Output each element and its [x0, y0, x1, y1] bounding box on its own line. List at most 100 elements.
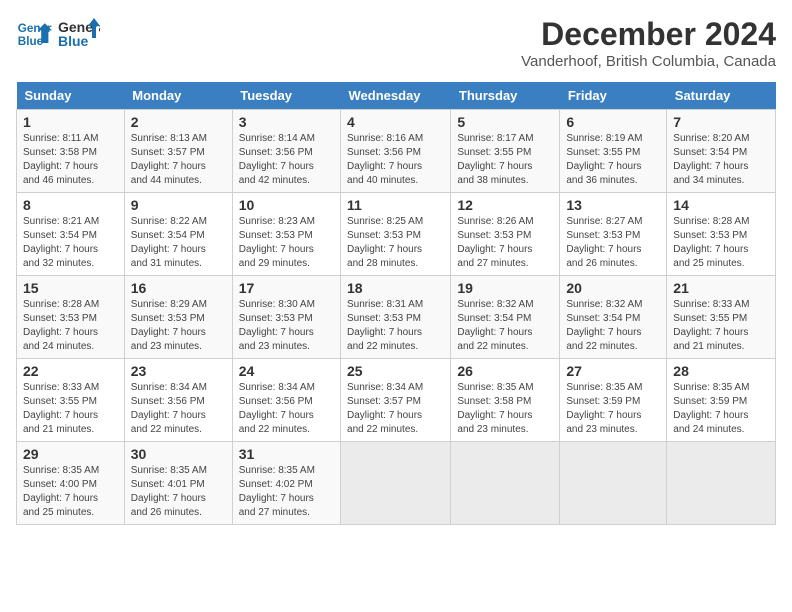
day-number: 1 [23, 114, 118, 130]
calendar-cell: 28Sunrise: 8:35 AM Sunset: 3:59 PM Dayli… [667, 359, 776, 442]
calendar-table: SundayMondayTuesdayWednesdayThursdayFrid… [16, 82, 776, 525]
day-info: Sunrise: 8:19 AM Sunset: 3:55 PM Dayligh… [566, 132, 660, 188]
calendar-cell: 22 Sunrise: 8:33 AM Sunset: 3:55 PM Dayli… [17, 359, 125, 442]
calendar-week-2: 8 Sunrise: 8:21 AM Sunset: 3:54 PM Daylig… [17, 193, 776, 276]
calendar-cell: 26 Sunrise: 8:35 AM Sunset: 3:58 PM Dayli… [451, 359, 560, 442]
day-info: Sunrise: 8:29 AM Sunset: 3:53 PM Dayligh… [131, 298, 226, 354]
day-info: Sunrise: 8:32 AM Sunset: 3:54 PM Dayligh… [457, 298, 553, 354]
day-info: Sunrise: 8:16 AM Sunset: 3:56 PM Dayligh… [347, 132, 444, 188]
calendar-cell: 4Sunrise: 8:16 AM Sunset: 3:56 PM Daylig… [341, 110, 451, 193]
day-number: 6 [566, 114, 660, 130]
day-info: Sunrise: 8:35 AM Sunset: 3:58 PM Dayligh… [457, 381, 553, 437]
calendar-week-3: 15 Sunrise: 8:28 AM Sunset: 3:53 PM Dayli… [17, 276, 776, 359]
day-number: 31 [239, 446, 334, 462]
calendar-cell: 16 Sunrise: 8:29 AM Sunset: 3:53 PM Dayli… [124, 276, 232, 359]
day-info: Sunrise: 8:35 AM Sunset: 4:00 PM Dayligh… [23, 464, 118, 520]
day-info: Sunrise: 8:27 AM Sunset: 3:53 PM Dayligh… [566, 215, 660, 271]
day-number: 10 [239, 197, 334, 213]
calendar-week-4: 22 Sunrise: 8:33 AM Sunset: 3:55 PM Dayli… [17, 359, 776, 442]
day-info: Sunrise: 8:33 AM Sunset: 3:55 PM Dayligh… [23, 381, 118, 437]
day-number: 7 [673, 114, 769, 130]
day-info: Sunrise: 8:22 AM Sunset: 3:54 PM Dayligh… [131, 215, 226, 271]
calendar-cell: 3Sunrise: 8:14 AM Sunset: 3:56 PM Daylig… [232, 110, 340, 193]
day-info: Sunrise: 8:35 AM Sunset: 4:02 PM Dayligh… [239, 464, 334, 520]
weekday-header-wednesday: Wednesday [341, 82, 451, 110]
calendar-body: 1 Sunrise: 8:11 AM Sunset: 3:58 PM Daylig… [17, 110, 776, 525]
calendar-cell: 9 Sunrise: 8:22 AM Sunset: 3:54 PM Daylig… [124, 193, 232, 276]
day-number: 21 [673, 280, 769, 296]
weekday-header-monday: Monday [124, 82, 232, 110]
calendar-cell [667, 442, 776, 525]
calendar-cell: 21Sunrise: 8:33 AM Sunset: 3:55 PM Dayli… [667, 276, 776, 359]
day-number: 13 [566, 197, 660, 213]
calendar-cell: 6 Sunrise: 8:19 AM Sunset: 3:55 PM Daylig… [560, 110, 667, 193]
calendar-cell: 24 Sunrise: 8:34 AM Sunset: 3:56 PM Dayli… [232, 359, 340, 442]
logo-svg: General Blue [58, 16, 100, 52]
calendar-cell: 12Sunrise: 8:26 AM Sunset: 3:53 PM Dayli… [451, 193, 560, 276]
day-info: Sunrise: 8:35 AM Sunset: 3:59 PM Dayligh… [566, 381, 660, 437]
calendar-cell: 5 Sunrise: 8:17 AM Sunset: 3:55 PM Daylig… [451, 110, 560, 193]
day-number: 26 [457, 363, 553, 379]
day-number: 29 [23, 446, 118, 462]
day-number: 16 [131, 280, 226, 296]
day-number: 12 [457, 197, 553, 213]
calendar-cell: 19 Sunrise: 8:32 AM Sunset: 3:54 PM Dayli… [451, 276, 560, 359]
day-number: 19 [457, 280, 553, 296]
day-info: Sunrise: 8:11 AM Sunset: 3:58 PM Dayligh… [23, 132, 118, 188]
day-number: 3 [239, 114, 334, 130]
calendar-cell: 14 Sunrise: 8:28 AM Sunset: 3:53 PM Dayli… [667, 193, 776, 276]
calendar-cell: 11Sunrise: 8:25 AM Sunset: 3:53 PM Dayli… [341, 193, 451, 276]
day-info: Sunrise: 8:25 AM Sunset: 3:53 PM Dayligh… [347, 215, 444, 271]
logo: General Blue General Blue [16, 16, 100, 52]
day-number: 8 [23, 197, 118, 213]
day-number: 5 [457, 114, 553, 130]
day-number: 20 [566, 280, 660, 296]
day-info: Sunrise: 8:32 AM Sunset: 3:54 PM Dayligh… [566, 298, 660, 354]
calendar-cell: 15 Sunrise: 8:28 AM Sunset: 3:53 PM Dayli… [17, 276, 125, 359]
day-number: 14 [673, 197, 769, 213]
day-number: 24 [239, 363, 334, 379]
calendar-cell: 2Sunrise: 8:13 AM Sunset: 3:57 PM Daylig… [124, 110, 232, 193]
day-number: 23 [131, 363, 226, 379]
calendar-cell: 20 Sunrise: 8:32 AM Sunset: 3:54 PM Dayli… [560, 276, 667, 359]
day-info: Sunrise: 8:34 AM Sunset: 3:56 PM Dayligh… [131, 381, 226, 437]
day-info: Sunrise: 8:30 AM Sunset: 3:53 PM Dayligh… [239, 298, 334, 354]
day-number: 27 [566, 363, 660, 379]
weekday-header-tuesday: Tuesday [232, 82, 340, 110]
calendar-title: December 2024 [521, 16, 776, 53]
weekday-header-sunday: Sunday [17, 82, 125, 110]
day-info: Sunrise: 8:35 AM Sunset: 4:01 PM Dayligh… [131, 464, 226, 520]
calendar-cell: 10 Sunrise: 8:23 AM Sunset: 3:53 PM Dayli… [232, 193, 340, 276]
calendar-cell: 7 Sunrise: 8:20 AM Sunset: 3:54 PM Daylig… [667, 110, 776, 193]
calendar-cell: 1 Sunrise: 8:11 AM Sunset: 3:58 PM Daylig… [17, 110, 125, 193]
calendar-cell: 17 Sunrise: 8:30 AM Sunset: 3:53 PM Dayli… [232, 276, 340, 359]
day-number: 15 [23, 280, 118, 296]
day-info: Sunrise: 8:21 AM Sunset: 3:54 PM Dayligh… [23, 215, 118, 271]
calendar-cell: 18Sunrise: 8:31 AM Sunset: 3:53 PM Dayli… [341, 276, 451, 359]
day-info: Sunrise: 8:23 AM Sunset: 3:53 PM Dayligh… [239, 215, 334, 271]
day-number: 22 [23, 363, 118, 379]
day-info: Sunrise: 8:28 AM Sunset: 3:53 PM Dayligh… [673, 215, 769, 271]
day-number: 2 [131, 114, 226, 130]
day-info: Sunrise: 8:35 AM Sunset: 3:59 PM Dayligh… [673, 381, 769, 437]
day-info: Sunrise: 8:34 AM Sunset: 3:57 PM Dayligh… [347, 381, 444, 437]
day-info: Sunrise: 8:17 AM Sunset: 3:55 PM Dayligh… [457, 132, 553, 188]
svg-text:Blue: Blue [58, 33, 89, 49]
day-number: 9 [131, 197, 226, 213]
day-info: Sunrise: 8:28 AM Sunset: 3:53 PM Dayligh… [23, 298, 118, 354]
calendar-subtitle: Vanderhoof, British Columbia, Canada [521, 53, 776, 70]
day-info: Sunrise: 8:34 AM Sunset: 3:56 PM Dayligh… [239, 381, 334, 437]
calendar-cell [341, 442, 451, 525]
day-number: 25 [347, 363, 444, 379]
weekday-header-saturday: Saturday [667, 82, 776, 110]
weekday-header-friday: Friday [560, 82, 667, 110]
logo-icon: General Blue [16, 16, 52, 52]
day-number: 18 [347, 280, 444, 296]
day-number: 30 [131, 446, 226, 462]
day-number: 17 [239, 280, 334, 296]
calendar-week-5: 29 Sunrise: 8:35 AM Sunset: 4:00 PM Dayli… [17, 442, 776, 525]
page-header: General Blue General Blue December 2024 … [16, 16, 776, 70]
calendar-cell [560, 442, 667, 525]
calendar-cell: 25 Sunrise: 8:34 AM Sunset: 3:57 PM Dayli… [341, 359, 451, 442]
day-info: Sunrise: 8:20 AM Sunset: 3:54 PM Dayligh… [673, 132, 769, 188]
